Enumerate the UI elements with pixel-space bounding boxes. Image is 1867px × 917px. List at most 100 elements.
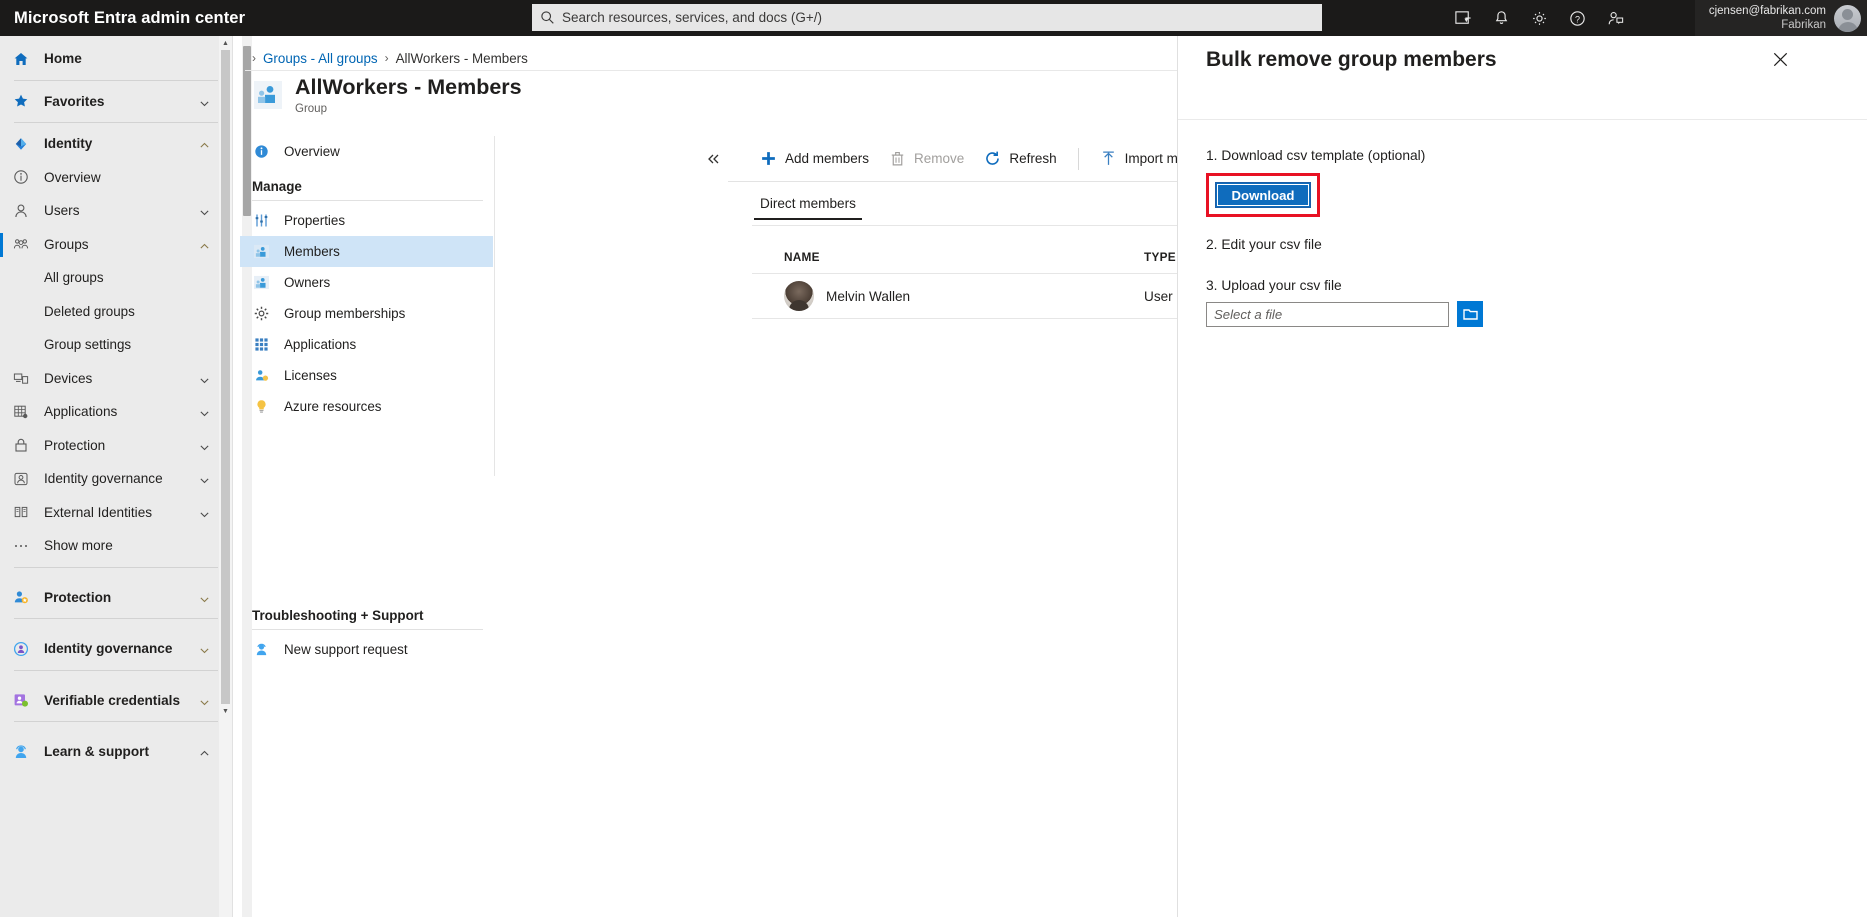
- sidebar-item-overview[interactable]: Overview: [0, 161, 232, 195]
- breadcrumb-link-groups[interactable]: Groups - All groups: [263, 51, 378, 66]
- sidebar-section-learn-support[interactable]: Learn & support: [0, 735, 232, 769]
- members-tabs: Direct members: [752, 188, 864, 220]
- sidebar-item-home[interactable]: Home: [0, 42, 232, 76]
- file-path-input[interactable]: [1206, 301, 1449, 327]
- app-brand-title: Microsoft Entra admin center: [14, 8, 246, 27]
- sidebar-section-verifiable-credentials[interactable]: Verifiable credentials: [0, 684, 232, 718]
- help-question-icon[interactable]: ?: [1559, 0, 1597, 36]
- blade-nav-label: Applications: [284, 337, 357, 352]
- info-circle-icon: [252, 144, 270, 159]
- chevron-down-icon[interactable]: [199, 406, 210, 417]
- sidebar-item-groups[interactable]: Groups: [0, 228, 232, 262]
- refresh-button[interactable]: Refresh: [974, 143, 1066, 175]
- sidebar-item-protection[interactable]: Protection: [0, 429, 232, 463]
- double-chevron-left-icon: [708, 154, 719, 164]
- blade-vertical-divider: [494, 136, 495, 476]
- global-search-box[interactable]: [532, 4, 1322, 31]
- step-3-label: 3. Upload your csv file: [1206, 278, 1342, 293]
- sidebar-item-devices[interactable]: Devices: [0, 362, 232, 396]
- sidebar-divider: [14, 79, 218, 81]
- settings-gear-icon[interactable]: [1521, 0, 1559, 36]
- chevron-down-icon[interactable]: [199, 96, 210, 107]
- sidebar-item-group-settings[interactable]: Group settings: [0, 328, 232, 362]
- search-icon: [540, 10, 555, 25]
- blade-nav-azure-resources[interactable]: Azure resources: [240, 391, 493, 422]
- cell-name: Melvin Wallen: [784, 281, 1144, 311]
- sidebar-item-favorites[interactable]: Favorites: [0, 85, 232, 119]
- search-input[interactable]: [562, 10, 1314, 25]
- sidebar-divider: [14, 122, 218, 123]
- sidebar-item-label: Overview: [44, 169, 101, 185]
- owners-icon: [252, 275, 270, 290]
- gear-icon: [252, 306, 270, 321]
- avatar[interactable]: [1834, 4, 1861, 32]
- chevron-down-icon[interactable]: [199, 507, 210, 518]
- chevron-up-icon[interactable]: [199, 239, 210, 250]
- chevron-down-icon[interactable]: [199, 473, 210, 484]
- blade-nav-applications[interactable]: Applications: [240, 329, 493, 360]
- chevron-down-icon[interactable]: [199, 440, 210, 451]
- applications-grid-icon: [252, 337, 270, 352]
- scroll-up-arrow-icon[interactable]: ▲: [219, 36, 232, 50]
- sidebar-item-identity-governance[interactable]: Identity governance: [0, 462, 232, 496]
- sidebar-scrollbar[interactable]: ▲ ▼: [219, 36, 232, 917]
- blade-nav-label: Owners: [284, 275, 331, 290]
- sidebar-item-users[interactable]: Users: [0, 194, 232, 228]
- browse-file-button[interactable]: [1457, 301, 1483, 327]
- download-button[interactable]: Download: [1215, 182, 1311, 208]
- tab-direct-members[interactable]: Direct members: [752, 188, 864, 220]
- blade-navigation: Overview Manage Properties Members Owner…: [240, 136, 493, 476]
- blade-nav-properties[interactable]: Properties: [240, 205, 493, 236]
- blade-nav-owners[interactable]: Owners: [240, 267, 493, 298]
- top-bar-icon-group: ? cjensen@fabrikan.com Fabrikan: [1445, 0, 1867, 36]
- sidebar-item-label: Protection: [44, 437, 106, 453]
- blade-nav-group-memberships[interactable]: Group memberships: [240, 298, 493, 329]
- applications-grid-icon: [10, 404, 32, 420]
- blade-nav-overview[interactable]: Overview: [240, 136, 493, 167]
- sidebar-item-deleted-groups[interactable]: Deleted groups: [0, 295, 232, 329]
- user-icon: [10, 203, 32, 219]
- sidebar-section-protection[interactable]: Protection: [0, 581, 232, 615]
- blade-nav-licenses[interactable]: Licenses: [240, 360, 493, 391]
- sidebar-divider: [14, 618, 218, 619]
- scroll-down-arrow-icon[interactable]: ▼: [219, 704, 232, 718]
- sidebar-item-label: Home: [44, 51, 82, 67]
- svg-text:?: ?: [1575, 14, 1580, 24]
- chevron-down-icon[interactable]: [199, 592, 210, 603]
- sidebar-item-label: All groups: [44, 270, 104, 286]
- chevron-up-icon[interactable]: [199, 746, 210, 757]
- troubleshooting-support-section: Troubleshooting + Support New support re…: [240, 608, 493, 665]
- sidebar-item-all-groups[interactable]: All groups: [0, 261, 232, 295]
- cloud-shell-icon[interactable]: [1445, 0, 1483, 36]
- collapse-menu-button[interactable]: [700, 146, 726, 172]
- sidebar-scroll-area: Home Favorites Identity Overview Users G…: [0, 36, 232, 769]
- close-icon[interactable]: [1765, 44, 1795, 74]
- blade-nav-new-support-request[interactable]: New support request: [240, 634, 493, 665]
- page-title: AllWorkers - Members: [295, 75, 522, 99]
- account-menu[interactable]: cjensen@fabrikan.com Fabrikan: [1694, 0, 1867, 36]
- chevron-down-icon[interactable]: [199, 643, 210, 654]
- sidebar-item-label: Devices: [44, 370, 93, 386]
- add-members-button[interactable]: Add members: [750, 143, 879, 175]
- blade-nav-members[interactable]: Members: [240, 236, 493, 267]
- members-icon: [252, 244, 270, 259]
- sidebar-item-external-identities[interactable]: External Identities: [0, 496, 232, 530]
- chevron-down-icon[interactable]: [199, 373, 210, 384]
- notifications-bell-icon[interactable]: [1483, 0, 1521, 36]
- breadcrumb-separator-icon: ›: [252, 51, 256, 65]
- sidebar-item-show-more[interactable]: Show more: [0, 529, 232, 563]
- chevron-up-icon[interactable]: [199, 138, 210, 149]
- licenses-icon: [252, 368, 270, 383]
- devices-icon: [10, 370, 32, 386]
- chevron-down-icon[interactable]: [199, 205, 210, 216]
- sidebar-item-identity[interactable]: Identity: [0, 127, 232, 161]
- chevron-down-icon[interactable]: [199, 695, 210, 706]
- external-identities-icon: [10, 504, 32, 520]
- sidebar-item-applications[interactable]: Applications: [0, 395, 232, 429]
- scrollbar-thumb[interactable]: [221, 50, 230, 704]
- sidebar-section-identity-governance[interactable]: Identity governance: [0, 632, 232, 666]
- sidebar-item-label: Applications: [44, 404, 118, 420]
- troubleshooting-divider: [252, 629, 483, 630]
- blade-nav-label: Properties: [284, 213, 346, 228]
- feedback-icon[interactable]: [1597, 0, 1635, 36]
